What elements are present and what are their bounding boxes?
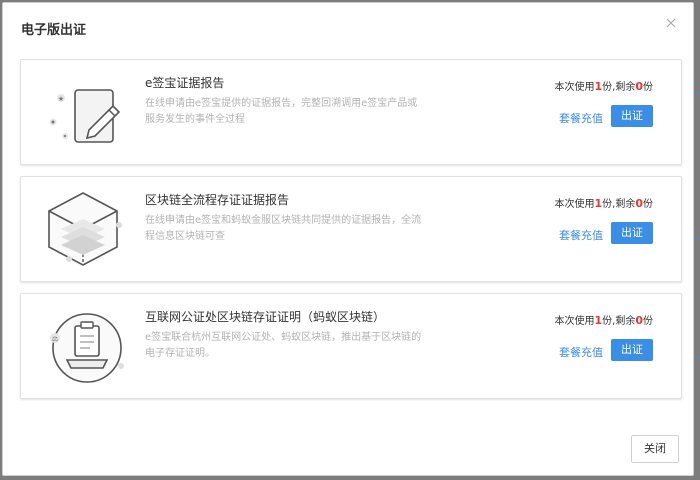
remaining-count: 0 xyxy=(635,314,643,327)
issue-certificate-button[interactable]: 出证 xyxy=(611,339,653,361)
usage-status: 本次使用1份,剩余0份 xyxy=(555,78,654,93)
usage-middle: 份,剩余 xyxy=(602,199,636,210)
blockchain-cube-icon xyxy=(39,185,127,275)
recharge-link[interactable]: 套餐充值 xyxy=(559,110,603,126)
svg-text:★: ★ xyxy=(58,95,64,103)
card-title: e签宝证据报告 xyxy=(145,76,225,90)
card-description: 在线申请由e签宝和蚂蚁金服区块链共同提供的证据报告，全流程信息区块链可查 xyxy=(145,215,422,242)
usage-middle: 份,剩余 xyxy=(602,316,636,327)
usage-suffix: 份 xyxy=(643,316,653,327)
svg-text:⚖: ⚖ xyxy=(52,335,58,343)
card-description: e签宝联合杭州互联网公证处、蚂蚁区块链，推出基于区块链的电子存证证明。 xyxy=(145,332,422,359)
usage-suffix: 份 xyxy=(643,82,653,93)
close-button[interactable]: 关闭 xyxy=(631,435,679,463)
issue-certificate-dialog: 电子版出证 ★ e签宝证据报告 在线申请由e签宝提供的证据报告，完整回溯调用e签… xyxy=(2,2,694,476)
blockchain-report-card: 区块链全流程存证证据报告 在线申请由e签宝和蚂蚁金服区块链共同提供的证据报告，全… xyxy=(20,176,682,282)
issue-certificate-button[interactable]: 出证 xyxy=(611,222,653,244)
recharge-link[interactable]: 套餐充值 xyxy=(559,227,603,243)
document-edit-icon: ★ xyxy=(39,68,127,158)
dialog-title: 电子版出证 xyxy=(21,23,87,38)
usage-middle: 份,剩余 xyxy=(602,82,636,93)
usage-suffix: 份 xyxy=(643,199,653,210)
usage-count: 1 xyxy=(594,314,603,327)
evidence-report-card: ★ e签宝证据报告 在线申请由e签宝提供的证据报告，完整回溯调用e签宝产品或服务… xyxy=(20,59,682,165)
usage-count: 1 xyxy=(594,197,603,210)
remaining-count: 0 xyxy=(635,80,643,93)
usage-prefix: 本次使用 xyxy=(554,199,595,210)
card-title: 互联网公证处区块链存证证明（蚂蚁区块链） xyxy=(145,310,386,324)
usage-count: 1 xyxy=(594,80,603,93)
usage-prefix: 本次使用 xyxy=(554,316,595,327)
usage-status: 本次使用1份,剩余0份 xyxy=(555,312,654,327)
recharge-link[interactable]: 套餐充值 xyxy=(559,344,603,360)
notary-proof-card: ⚖ 互联网公证处区块链存证证明（蚂蚁区块链） e签宝联合杭州互联网公证处、蚂蚁区… xyxy=(20,293,682,399)
close-icon[interactable] xyxy=(663,15,679,31)
usage-status: 本次使用1份,剩余0份 xyxy=(555,195,654,210)
card-title: 区块链全流程存证证据报告 xyxy=(145,193,290,207)
card-description: 在线申请由e签宝提供的证据报告，完整回溯调用e签宝产品或服务发生的事件全过程 xyxy=(145,98,418,125)
notary-certificate-icon: ⚖ xyxy=(39,302,127,392)
usage-prefix: 本次使用 xyxy=(554,82,595,93)
remaining-count: 0 xyxy=(635,197,643,210)
issue-certificate-button[interactable]: 出证 xyxy=(611,105,653,127)
